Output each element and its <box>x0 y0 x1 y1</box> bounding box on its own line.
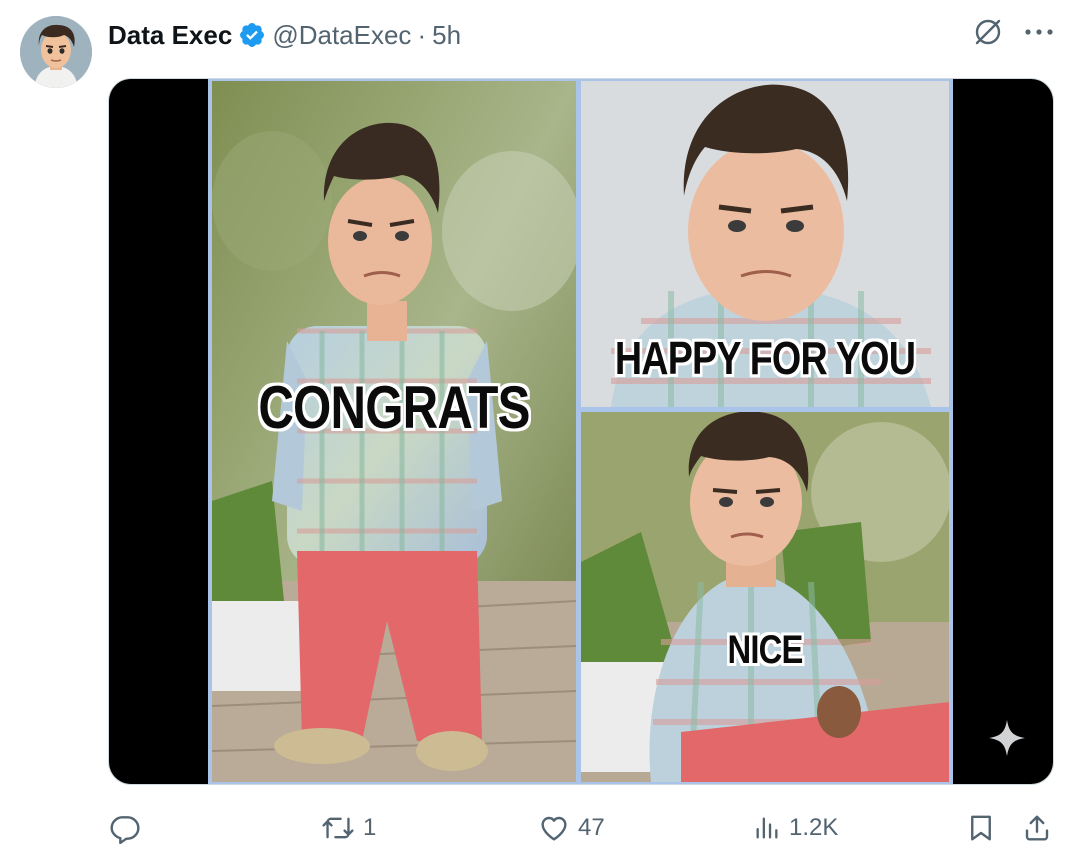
like-button[interactable]: 47 <box>538 808 605 848</box>
post-media[interactable]: CONGRATS HAPPY FOR YOU NICE <box>109 79 1053 784</box>
repost-count: 1 <box>363 814 377 841</box>
repost-icon <box>322 817 354 839</box>
meme-image-bottom-right <box>581 412 949 782</box>
meme-caption-nice: NICE <box>727 628 803 672</box>
more-icon[interactable] <box>1024 27 1054 37</box>
timestamp[interactable]: 5h <box>432 20 461 51</box>
meme-panel-left: CONGRATS <box>212 81 576 782</box>
sparkle-icon <box>989 720 1025 756</box>
verified-badge-icon[interactable] <box>238 21 266 49</box>
post-top-actions <box>972 16 1054 48</box>
display-name[interactable]: Data Exec <box>108 20 232 51</box>
meme-collage: CONGRATS HAPPY FOR YOU NICE <box>208 79 953 784</box>
bookmark-icon <box>971 815 991 841</box>
separator: · <box>417 19 427 50</box>
grok-icon[interactable] <box>972 16 1004 48</box>
cartoon-avatar-icon <box>20 16 92 88</box>
views-icon <box>756 817 778 839</box>
meme-caption-congrats: CONGRATS <box>258 374 530 441</box>
heart-icon <box>541 816 567 841</box>
share-icon <box>1025 815 1049 841</box>
views-button[interactable]: 1.2K <box>753 808 838 848</box>
like-count: 47 <box>578 814 605 841</box>
post-header: Data Exec @DataExec · 5h <box>108 18 461 52</box>
repost-button[interactable]: 1 <box>321 808 376 848</box>
bookmark-button[interactable] <box>966 808 996 848</box>
meme-panel-top-right: HAPPY FOR YOU <box>581 81 949 407</box>
views-count: 1.2K <box>789 814 839 841</box>
post-action-bar: 1 47 1.2K <box>0 808 1080 848</box>
reply-button[interactable] <box>109 808 149 848</box>
avatar[interactable] <box>20 16 92 88</box>
meme-caption-happy-for-you: HAPPY FOR YOU <box>614 332 916 384</box>
meme-panel-bottom-right: NICE <box>581 412 949 782</box>
share-button[interactable] <box>1022 808 1052 848</box>
handle[interactable]: @DataExec <box>272 20 411 51</box>
reply-icon <box>110 816 140 844</box>
